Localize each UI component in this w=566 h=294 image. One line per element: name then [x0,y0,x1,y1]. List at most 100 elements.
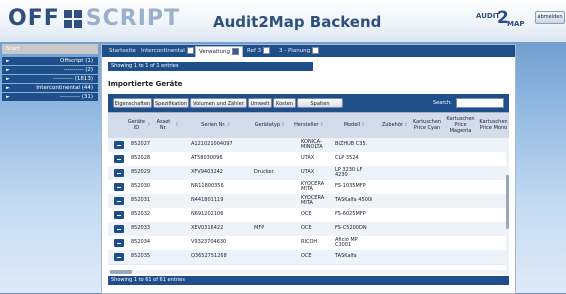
expand-arrow-icon[interactable]: ► [6,84,10,92]
remove-row-icon[interactable] [114,211,124,219]
sidebar-item-offscript[interactable]: ► Offscript (1) [2,57,98,65]
spezifikation-button[interactable]: Spezifikation [153,98,189,108]
column-header-geraete-id[interactable]: Geräte ID ⇕ [127,113,151,139]
cell-geraete-id: 852030 [131,183,151,190]
column-header-geraetetyp[interactable]: Gerätetyp ⇕ [252,113,288,139]
offscript-logo: OFF SCRIPT [8,6,180,31]
close-icon[interactable] [263,47,271,54]
expand-arrow-icon[interactable]: ► [6,93,10,101]
search-input[interactable] [456,98,504,108]
entries-info-top: Showing 1 to 1 of 1 entries [108,62,313,71]
table-row: 852033 XEV0316422 MFP OCE FS-C5200DN [108,222,509,237]
cell-serien-nr: Q3652751268 [191,253,227,260]
column-header-price-mono[interactable]: Kartuschen Price Mono [478,113,509,139]
table-body: 852027 A121021004097 KONICA-MINOLTA BIZH… [108,138,509,275]
column-header-price-magenta[interactable]: Kartuschen Price Magenta [444,113,477,139]
sidebar-item-intercontinental[interactable]: ► Intercontinental (44) [2,84,98,92]
vertical-scroll-thumb[interactable] [506,175,509,229]
table-header: Geräte ID ⇕ Asset Nr. ⇕ Serien Nr. ⇕ Geräte… [108,112,509,140]
app-header: OFF SCRIPT Audit2Map Backend AUDIT 2 MAP [0,0,566,42]
cell-modell: CLP 3524 [335,155,359,162]
tab-intercontinental[interactable]: Intercontinental [138,46,197,57]
cell-serien-nr: XEV0316422 [191,225,224,232]
cell-hersteller: KONICA-MINOLTA [301,138,323,150]
vertical-scrollbar[interactable] [506,138,509,275]
cell-hersteller: OCE [301,253,312,260]
table-row: 852029 XFV9403242 Drucker UTAX LP 3230 L… [108,166,509,181]
tab-label: Startseite [109,48,136,54]
sidebar-item-label: ---------- (31) [60,94,93,100]
sidebar-item-2[interactable]: ► ---------- (2) [2,66,98,74]
section-title: Importierte Geräte [108,80,183,88]
close-icon[interactable] [312,47,320,54]
sidebar-header[interactable]: Start [2,44,98,54]
sidebar-item-31[interactable]: ► ---------- (31) [2,93,98,101]
tab-label: Verwaltung [199,49,230,55]
column-header-zubehoer[interactable]: Zubehör ⇕ [380,113,410,139]
cell-hersteller: OCE [301,211,312,218]
remove-row-icon[interactable] [114,183,124,191]
remove-row-icon[interactable] [114,141,124,149]
remove-row-icon[interactable] [114,253,124,261]
cell-modell: FS-C5200DN [335,225,367,232]
close-icon[interactable] [232,48,239,55]
sort-icon: ⇕ [226,122,231,129]
table-row: 852027 A121021004097 KONICA-MINOLTA BIZH… [108,138,509,153]
volumen-zaehler-button[interactable]: Volumen und Zähler [190,98,247,108]
cell-modell: FS-6025MFP [335,211,366,218]
close-icon[interactable] [186,47,194,54]
tab-label: Intercontinental [141,48,185,54]
cell-modell: TASKalfa 4500i [335,197,373,204]
audit2map-logo: AUDIT 2 MAP [476,8,526,35]
cell-serien-nr: V9323704630 [191,239,227,246]
cell-geraete-id: 852033 [131,225,151,232]
cell-serien-nr: XFV9403242 [191,169,223,176]
eigenschaften-button[interactable]: Eigenschaften [113,98,152,108]
tab-ref-3[interactable]: Ref 3 [244,46,273,57]
logout-button[interactable]: abmelden [535,11,565,24]
umwelt-button[interactable]: Umwelt [248,98,272,108]
column-header-price-cyan[interactable]: Kartuschen Price Cyan [411,113,443,139]
cell-geraete-id: 852032 [131,211,151,218]
sort-icon: ⇕ [361,122,366,129]
kosten-button[interactable]: Kosten [273,98,296,108]
remove-row-icon[interactable] [114,239,124,247]
cell-geraete-id: 852028 [131,155,151,162]
cell-modell: BIZHUB C35. [335,141,368,148]
expand-arrow-icon[interactable]: ► [6,57,10,65]
cell-geraete-id: 852029 [131,169,151,176]
remove-row-icon[interactable] [114,197,124,205]
column-header-asset-nr[interactable]: Asset Nr. ⇕ [153,113,179,139]
cell-modell: Aficio MP C3001 [335,236,358,248]
sidebar-item-1813[interactable]: ► ---------- (1813) [2,75,98,83]
tab-label: 3 - Planung [279,48,311,54]
remove-row-icon[interactable] [114,169,124,177]
tab-startseite[interactable]: Startseite [106,46,139,57]
spalten-anpassen-button[interactable]: Spalten anpassen [297,98,343,117]
remove-row-icon[interactable] [114,225,124,233]
tab-planung[interactable]: 3 - Planung [276,46,322,57]
cell-hersteller: UTAX [301,155,315,162]
sidebar-item-label: Offscript (1) [60,58,93,64]
tab-verwaltung[interactable]: Verwaltung [195,46,243,57]
table-row: 852030 NR11800356 KYOCERA MITA FS-1035MF… [108,180,509,195]
cell-hersteller: KYOCERA MITA [301,180,325,192]
table-row: 852034 V9323704630 RICOH Aficio MP C3001 [108,236,509,251]
sidebar-item-label: Intercontinental (44) [36,85,93,91]
column-header-serien-nr[interactable]: Serien Nr. ⇕ [181,113,251,139]
column-header-hersteller[interactable]: Hersteller ⇕ [289,113,329,139]
logo-off-text: OFF [8,6,60,31]
logo-grid-icon [63,9,82,28]
horizontal-scroll-thumb[interactable] [110,270,132,274]
column-header-modell[interactable]: Modell ⇕ [330,113,379,139]
cell-geraete-id: 852027 [131,141,151,148]
expand-arrow-icon[interactable]: ► [6,66,10,74]
cell-serien-nr: AT58030096 [191,155,223,162]
column-header-action [108,113,126,139]
sort-icon: ⇕ [174,122,179,129]
table-toolbar: Eigenschaften Spezifikation Volumen und … [108,94,509,117]
expand-arrow-icon[interactable]: ► [6,75,10,83]
cell-serien-nr: N441801119 [191,197,224,204]
remove-row-icon[interactable] [114,155,124,163]
horizontal-scrollbar[interactable] [108,270,506,274]
